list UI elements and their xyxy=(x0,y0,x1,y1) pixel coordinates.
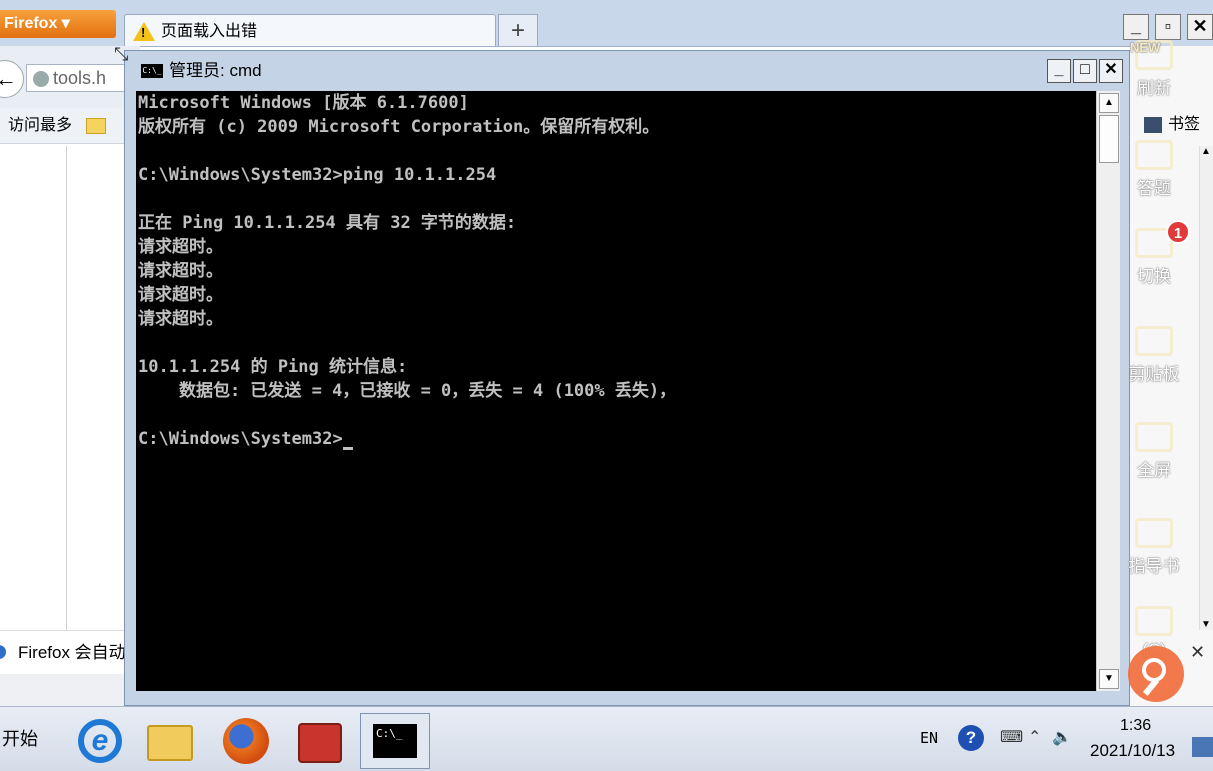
cmd-close-button[interactable]: ✕ xyxy=(1099,59,1123,83)
clipboard-label: 剪贴板 xyxy=(1128,365,1180,384)
console-line: 请求超时。 xyxy=(138,309,223,329)
clock-date[interactable]: 2021/10/13 xyxy=(1090,741,1175,761)
folder-icon[interactable] xyxy=(86,117,107,134)
console-line: 10.1.1.254 的 Ping 统计信息: xyxy=(138,357,408,377)
close-button[interactable]: ✕ xyxy=(1187,14,1213,40)
bookmarks-menu[interactable]: 书签 xyxy=(1144,110,1200,134)
volume-icon[interactable]: 🔈 xyxy=(1052,727,1072,747)
cmd-taskbar-button[interactable]: C:\_ xyxy=(360,713,430,769)
keyboard-icon[interactable]: ⌨ xyxy=(1000,727,1023,747)
info-icon xyxy=(0,645,6,659)
restore-button[interactable]: ▫ xyxy=(1155,14,1181,40)
firefox-menu-label: Firefox xyxy=(4,15,58,32)
book-icon xyxy=(1135,518,1173,548)
firefox-notification: Firefox 会自动 xyxy=(0,630,140,674)
scissors-icon xyxy=(1135,326,1173,356)
wrench-tool-button[interactable] xyxy=(1128,646,1184,702)
pen-icon xyxy=(1135,606,1173,636)
tab-title: 页面载入出错 xyxy=(161,23,258,40)
show-desktop-button[interactable] xyxy=(1192,737,1213,757)
console-line: 数据包: 已发送 = 4，已接收 = 0，丢失 = 4 (100% 丢失)， xyxy=(138,381,677,401)
cmd-maximize-button[interactable]: □ xyxy=(1073,59,1097,83)
cmd-minimize-button[interactable]: _ xyxy=(1047,59,1071,83)
refresh-label: 刷新 xyxy=(1137,79,1171,98)
start-label: 开始 xyxy=(2,729,38,749)
console-line: 请求超时。 xyxy=(138,285,223,305)
console-line: 请求超时。 xyxy=(138,261,223,281)
cmd-window: C:\_ 管理员: cmd _ □ ✕ Microsoft Windows [版… xyxy=(124,50,1130,706)
page-scrollbar[interactable] xyxy=(1199,146,1213,630)
firefox-taskbar-icon[interactable] xyxy=(220,715,272,767)
clock-time[interactable]: 1:36 xyxy=(1120,717,1151,735)
folder-explorer-icon xyxy=(147,725,193,761)
fullscreen-label: 全屏 xyxy=(1137,461,1171,480)
text-cursor xyxy=(342,447,353,450)
console-prompt-line[interactable]: C:\Windows\System32> xyxy=(136,427,1096,451)
guide-label: 指导书 xyxy=(1128,557,1180,576)
scroll-up-arrow[interactable]: ▲ xyxy=(1099,93,1119,113)
ie-taskbar-icon[interactable]: e xyxy=(74,715,126,767)
back-button[interactable]: ← xyxy=(0,60,24,98)
scroll-thumb[interactable] xyxy=(1099,115,1119,163)
console-line: Microsoft Windows [版本 6.1.7600] xyxy=(138,93,469,113)
console-line: 版权所有 (c) 2009 Microsoft Corporation。保留所有… xyxy=(138,117,660,137)
scroll-down-arrow[interactable]: ▼ xyxy=(1099,669,1119,689)
console-line: 请求超时。 xyxy=(138,237,223,257)
cmd-taskbar-icon: C:\_ xyxy=(373,724,417,758)
taskbar: 开始 e C:\_ EN ? ⌨ ⌃ 🔈 1:36 2021/10/13 xyxy=(0,706,1213,771)
bookmarks-toolbar: 访问最多 xyxy=(0,108,140,144)
new-tab-button[interactable]: + xyxy=(498,14,538,46)
most-visited-bookmark[interactable]: 访问最多 xyxy=(8,117,72,134)
console-prompt: C:\Windows\System32> xyxy=(138,429,343,449)
warning-icon xyxy=(133,22,155,41)
toolbox-taskbar-icon[interactable] xyxy=(294,715,346,767)
cmd-scrollbar[interactable]: ▲ ▼ xyxy=(1096,91,1120,691)
new-label: NEW xyxy=(1130,40,1161,55)
firefox-icon xyxy=(223,718,269,764)
switch-label: 切换 xyxy=(1137,267,1171,286)
cmd-window-title: 管理员: cmd xyxy=(169,61,262,80)
clipboard-tool[interactable]: 剪贴板 xyxy=(1124,326,1184,385)
url-text: tools.h xyxy=(53,68,107,88)
refresh-tool[interactable]: NEW 刷新 xyxy=(1124,40,1184,99)
fullscreen-tool[interactable]: 全屏 xyxy=(1124,422,1184,481)
firefox-menu-button[interactable]: Firefox ▾ xyxy=(0,10,116,38)
bookmark-star-icon xyxy=(1144,116,1162,133)
tab-page-load-error[interactable]: 页面载入出错 xyxy=(124,14,496,46)
notification-badge: 1 xyxy=(1166,220,1190,244)
console-output[interactable]: Microsoft Windows [版本 6.1.7600] 版权所有 (c)… xyxy=(136,91,1096,691)
exam-tool[interactable]: 答题 xyxy=(1124,140,1184,199)
notification-text: Firefox 会自动 xyxy=(18,643,126,662)
minimize-button[interactable]: _ xyxy=(1123,14,1149,40)
explorer-taskbar-icon[interactable] xyxy=(144,715,196,767)
start-button[interactable]: 开始 xyxy=(0,721,38,757)
ie-icon: e xyxy=(78,719,122,763)
toolbox-icon xyxy=(298,723,342,763)
exam-label: 答题 xyxy=(1137,179,1171,198)
fullscreen-icon xyxy=(1135,422,1173,452)
divider xyxy=(66,146,67,630)
show-hidden-icons[interactable]: ⌃ xyxy=(1028,727,1041,747)
language-indicator[interactable]: EN xyxy=(920,729,938,747)
console-line: C:\Windows\System32>ping 10.1.1.254 xyxy=(138,165,497,185)
cmd-window-controls: _ □ ✕ xyxy=(1047,59,1123,83)
firefox-tabbar: Firefox ▾ 页面载入出错 + _ ▫ ✕ xyxy=(0,0,1213,47)
globe-icon xyxy=(33,71,49,88)
help-icon[interactable]: ? xyxy=(958,725,984,751)
firefox-window-controls: _ ▫ ✕ xyxy=(1117,14,1213,40)
cmd-icon: C:\_ xyxy=(141,64,163,78)
resize-cursor-icon: ⤡ xyxy=(114,44,129,64)
notification-close-icon[interactable]: ✕ xyxy=(1190,642,1205,663)
bookmarks-label: 书签 xyxy=(1168,116,1201,133)
guide-tool[interactable]: 指导书 xyxy=(1124,518,1184,577)
console-line: 正在 Ping 10.1.1.254 具有 32 字节的数据: xyxy=(138,213,517,233)
cmd-titlebar[interactable]: C:\_ 管理员: cmd xyxy=(125,51,1129,91)
exam-icon xyxy=(1135,140,1173,170)
